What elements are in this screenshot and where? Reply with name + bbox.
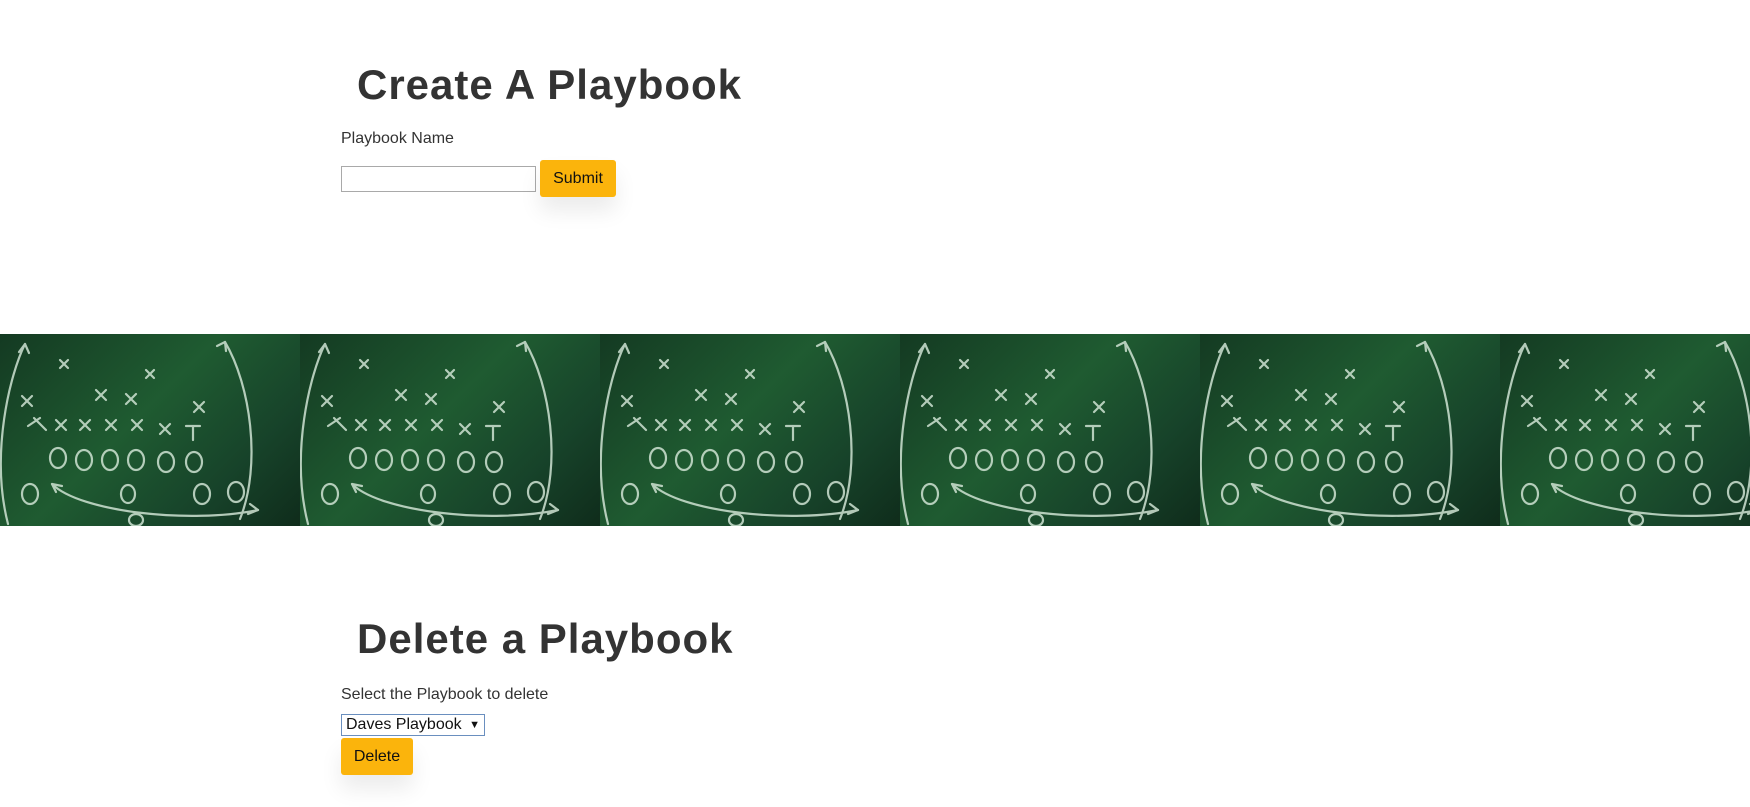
football-play-diagram bbox=[0, 340, 260, 526]
football-play-diagram bbox=[1500, 340, 1750, 526]
playbook-name-label: Playbook Name bbox=[341, 130, 454, 148]
playbook-name-input[interactable] bbox=[341, 165, 536, 192]
create-form-row: Submit bbox=[341, 160, 742, 198]
playbook-select[interactable]: Daves Playbook ▼ bbox=[341, 714, 485, 737]
delete-playbook-heading: Delete a Playbook bbox=[357, 615, 734, 662]
chalkboard-play-banner bbox=[0, 334, 1750, 526]
chalkboard-tile bbox=[300, 334, 600, 526]
delete-button[interactable]: Delete bbox=[341, 738, 413, 776]
chalkboard-tile bbox=[600, 334, 900, 526]
dropdown-arrow-icon: ▼ bbox=[469, 719, 480, 732]
chalkboard-tile bbox=[0, 334, 300, 526]
delete-playbook-section: Delete a Playbook Select the Playbook to… bbox=[341, 614, 734, 776]
football-play-diagram bbox=[1200, 340, 1460, 526]
chalkboard-tile bbox=[900, 334, 1200, 526]
select-playbook-label: Select the Playbook to delete bbox=[341, 686, 549, 704]
football-play-diagram bbox=[300, 340, 560, 526]
chalkboard-tile bbox=[1500, 334, 1750, 526]
football-play-diagram bbox=[600, 340, 860, 526]
playbook-select-value: Daves Playbook bbox=[346, 716, 462, 734]
football-play-diagram bbox=[900, 340, 1160, 526]
create-playbook-section: Create A Playbook Playbook Name Submit bbox=[341, 60, 743, 198]
chalkboard-tile bbox=[1200, 334, 1500, 526]
submit-button[interactable]: Submit bbox=[540, 160, 616, 198]
create-playbook-heading: Create A Playbook bbox=[357, 61, 743, 108]
